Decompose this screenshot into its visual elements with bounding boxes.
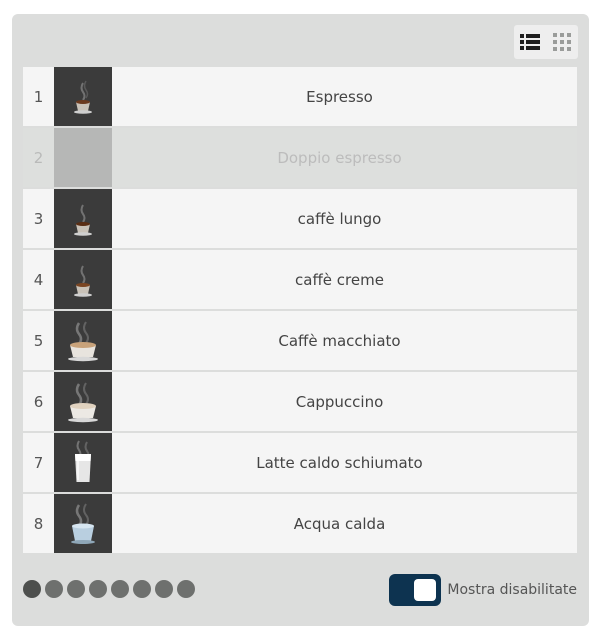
item-label: Caffè macchiato bbox=[278, 331, 401, 350]
cappuccino-cup-icon bbox=[68, 381, 98, 422]
show-disabled-control: Mostra disabilitate bbox=[389, 574, 577, 606]
item-number: 3 bbox=[33, 209, 44, 228]
item-label: Cappuccino bbox=[295, 392, 384, 411]
list-view-icon bbox=[520, 34, 540, 50]
item-number: 1 bbox=[33, 87, 44, 106]
list-item[interactable]: 1 Espresso bbox=[23, 67, 577, 126]
item-thumbnail-placeholder bbox=[54, 128, 112, 187]
cappuccino-cup-icon bbox=[68, 320, 98, 361]
page-dot-3[interactable] bbox=[67, 580, 85, 598]
item-number: 7 bbox=[33, 453, 44, 472]
page-dot-8[interactable] bbox=[177, 580, 195, 598]
espresso-cup-icon bbox=[74, 264, 92, 297]
grid-view-button[interactable] bbox=[551, 31, 573, 53]
beverage-list: 1 Espresso 2 Doppio espresso 3 caffè lun… bbox=[23, 67, 577, 555]
espresso-cup-icon bbox=[74, 203, 92, 236]
milk-glass-icon bbox=[75, 439, 91, 482]
list-item-disabled: 2 Doppio espresso bbox=[23, 128, 577, 187]
footer: Mostra disabilitate bbox=[23, 574, 577, 606]
item-label: Acqua calda bbox=[293, 514, 386, 533]
item-label: Doppio espresso bbox=[277, 148, 402, 167]
item-label: Latte caldo schiumato bbox=[256, 453, 423, 472]
item-thumbnail bbox=[54, 189, 112, 248]
grid-view-icon bbox=[553, 33, 571, 51]
beverage-list-panel: 1 Espresso 2 Doppio espresso 3 caffè lun… bbox=[12, 14, 589, 626]
item-number: 4 bbox=[33, 270, 44, 289]
item-thumbnail bbox=[54, 250, 112, 309]
espresso-cup-icon bbox=[74, 80, 92, 114]
pagination-dots bbox=[23, 580, 195, 598]
page-dot-2[interactable] bbox=[45, 580, 63, 598]
item-thumbnail bbox=[54, 494, 112, 553]
list-item[interactable]: 5 Caffè macchiato bbox=[23, 311, 577, 370]
item-thumbnail bbox=[54, 372, 112, 431]
list-item[interactable]: 6 Cappuccino bbox=[23, 372, 577, 431]
page-dot-1[interactable] bbox=[23, 580, 41, 598]
water-cup-icon bbox=[71, 502, 95, 544]
item-number: 5 bbox=[33, 331, 44, 350]
page-dot-7[interactable] bbox=[155, 580, 173, 598]
item-label: caffè creme bbox=[295, 270, 384, 289]
item-number: 6 bbox=[33, 392, 44, 411]
show-disabled-label: Mostra disabilitate bbox=[447, 582, 577, 598]
view-toggle bbox=[514, 25, 578, 59]
item-thumbnail bbox=[54, 311, 112, 370]
page-dot-4[interactable] bbox=[89, 580, 107, 598]
list-item[interactable]: 4 caffè creme bbox=[23, 250, 577, 309]
list-item[interactable]: 8 Acqua calda bbox=[23, 494, 577, 553]
list-item[interactable]: 3 caffè lungo bbox=[23, 189, 577, 248]
page-dot-5[interactable] bbox=[111, 580, 129, 598]
show-disabled-toggle[interactable] bbox=[389, 574, 442, 606]
item-label: Espresso bbox=[306, 87, 373, 106]
item-number: 8 bbox=[33, 514, 44, 533]
list-view-button[interactable] bbox=[519, 31, 541, 53]
item-thumbnail bbox=[54, 67, 112, 126]
item-thumbnail bbox=[54, 433, 112, 492]
toggle-knob bbox=[414, 579, 437, 601]
page-dot-6[interactable] bbox=[133, 580, 151, 598]
list-item[interactable]: 7 Latte caldo schiumato bbox=[23, 433, 577, 492]
item-label: caffè lungo bbox=[297, 209, 382, 228]
item-number: 2 bbox=[33, 148, 44, 167]
